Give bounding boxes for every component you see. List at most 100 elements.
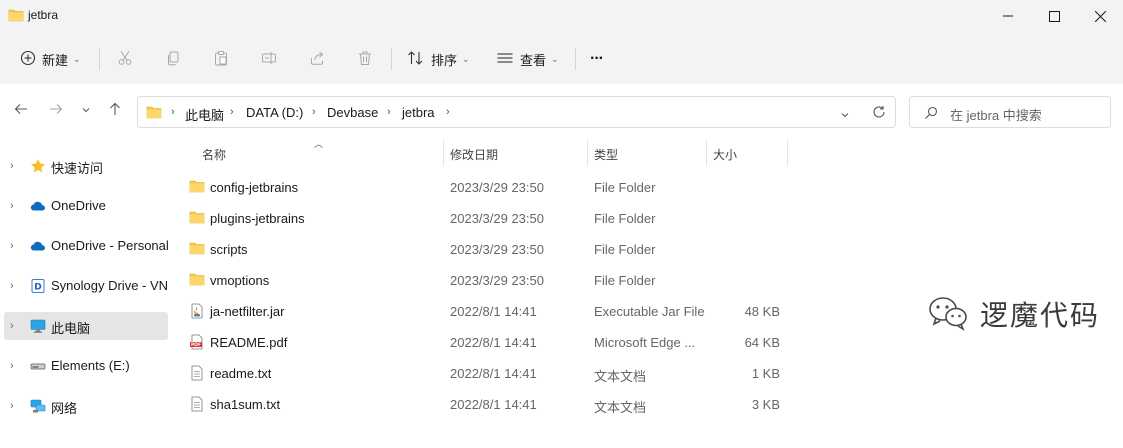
view-label: 查看: [520, 52, 547, 68]
minimize-button[interactable]: [985, 0, 1031, 32]
file-row-sha1sum-txt[interactable]: sha1sum.txt 2022/8/1 14:41 文本文档 3 KB: [182, 389, 792, 420]
svg-text:PDF: PDF: [191, 342, 201, 348]
chevron-right-icon[interactable]: ›: [10, 200, 14, 212]
sort-icon: [407, 50, 425, 69]
sidebar-item-elements-drive[interactable]: › Elements (E:): [0, 352, 168, 380]
chevron-right-icon[interactable]: ›: [10, 160, 14, 172]
divider: [99, 48, 100, 70]
search-icon: [924, 106, 938, 123]
chevron-right-icon[interactable]: ›: [10, 400, 14, 412]
wechat-icon: [928, 295, 968, 334]
breadcrumb-devbase[interactable]: Devbase: [327, 105, 378, 120]
new-label: 新建: [42, 52, 69, 68]
more-options-button[interactable]: ···: [590, 44, 604, 74]
column-header-date[interactable]: 修改日期: [450, 146, 498, 163]
rename-button[interactable]: [256, 46, 282, 72]
search-input[interactable]: 在 jetbra 中搜索: [909, 96, 1111, 128]
chevron-right-icon[interactable]: ›: [10, 320, 14, 332]
jar-file-icon: [189, 303, 205, 319]
file-row-plugins-jetbrains[interactable]: plugins-jetbrains 2023/3/29 23:50 File F…: [182, 203, 792, 234]
back-button[interactable]: [9, 98, 33, 122]
folder-icon: [146, 105, 162, 122]
forward-button[interactable]: [44, 98, 68, 122]
file-row-config-jetbrains[interactable]: config-jetbrains 2023/3/29 23:50 File Fo…: [182, 172, 792, 203]
paste-button[interactable]: [208, 46, 234, 72]
folder-icon: [189, 179, 205, 195]
chevron-down-icon: ⌄: [462, 53, 470, 64]
folder-icon: [189, 241, 205, 257]
rename-icon: [261, 50, 277, 69]
folder-icon: [8, 8, 24, 25]
column-divider[interactable]: [443, 140, 444, 166]
cloud-icon: [30, 238, 46, 254]
up-button[interactable]: [103, 98, 127, 122]
chevron-right-icon: ›: [171, 106, 175, 118]
sidebar-item-this-pc[interactable]: › 此电脑: [4, 312, 168, 340]
address-history-dropdown[interactable]: [840, 108, 850, 123]
share-button[interactable]: [304, 46, 330, 72]
watermark: 逻魔代码: [928, 294, 1100, 334]
sidebar-item-synology-drive[interactable]: › D Synology Drive - VN: [0, 272, 168, 300]
chevron-right-icon: ›: [312, 106, 316, 118]
chevron-right-icon[interactable]: ›: [10, 240, 14, 252]
clipboard-icon: [213, 50, 229, 69]
chevron-right-icon[interactable]: ›: [10, 280, 14, 292]
recent-locations-button[interactable]: [74, 98, 98, 122]
breadcrumb-jetbra[interactable]: jetbra: [402, 105, 435, 120]
sidebar-item-onedrive[interactable]: › OneDrive: [0, 192, 168, 220]
file-row-scripts[interactable]: scripts 2023/3/29 23:50 File Folder: [182, 234, 792, 265]
column-divider[interactable]: [587, 140, 588, 166]
sort-button[interactable]: 排序 ⌄: [407, 44, 470, 74]
window-title: jetbra: [28, 8, 59, 22]
refresh-icon[interactable]: [872, 105, 886, 122]
file-row-readme-txt[interactable]: readme.txt 2022/8/1 14:41 文本文档 1 KB: [182, 358, 792, 389]
column-header-size[interactable]: 大小: [713, 146, 737, 163]
maximize-button[interactable]: [1031, 0, 1077, 32]
trash-icon: [357, 50, 373, 69]
column-header-type[interactable]: 类型: [594, 146, 618, 163]
command-bar: 新建 ⌄ 排序 ⌄ 查看 ⌄ ···: [0, 34, 1123, 84]
drive-icon: [30, 358, 46, 374]
text-file-icon: [189, 365, 205, 381]
chevron-down-icon: [81, 103, 91, 118]
chevron-down-icon: ⌄: [551, 53, 559, 64]
more-icon: ···: [590, 50, 604, 67]
file-row-ja-netfilter-jar[interactable]: ja-netfilter.jar 2022/8/1 14:41 Executab…: [182, 296, 792, 327]
address-bar[interactable]: › 此电脑 › DATA (D:) › Devbase › jetbra ›: [137, 96, 896, 128]
sidebar-item-network[interactable]: › 网络: [0, 392, 168, 420]
file-row-readme-pdf[interactable]: PDF README.pdf 2022/8/1 14:41 Microsoft …: [182, 327, 792, 358]
divider: [575, 48, 576, 70]
chevron-right-icon: ›: [387, 106, 391, 118]
list-view-icon: [496, 50, 514, 69]
arrow-right-icon: [49, 102, 63, 119]
column-header-name[interactable]: 名称: [202, 146, 226, 163]
sidebar-item-quick-access[interactable]: › 快速访问: [0, 152, 168, 180]
plus-circle-icon: [20, 50, 36, 69]
chevron-right-icon[interactable]: ›: [10, 360, 14, 372]
pdf-file-icon: PDF: [189, 334, 205, 350]
delete-button[interactable]: [352, 46, 378, 72]
breadcrumb-data-drive[interactable]: DATA (D:): [246, 105, 303, 120]
share-icon: [309, 50, 325, 69]
star-icon: [30, 158, 46, 174]
svg-text:D: D: [34, 283, 41, 293]
column-divider[interactable]: [706, 140, 707, 166]
content-area: › 此电脑 › DATA (D:) › Devbase › jetbra › 在…: [0, 84, 1123, 448]
column-divider[interactable]: [787, 140, 788, 166]
arrow-left-icon: [14, 102, 28, 119]
sort-ascending-icon: ︿: [314, 139, 324, 149]
network-icon: [30, 398, 46, 414]
synology-icon: D: [30, 278, 46, 294]
watermark-text: 逻魔代码: [980, 299, 1101, 332]
copy-button[interactable]: [160, 46, 186, 72]
new-button[interactable]: 新建 ⌄: [20, 44, 81, 74]
file-row-vmoptions[interactable]: vmoptions 2023/3/29 23:50 File Folder: [182, 265, 792, 296]
breadcrumb-this-pc[interactable]: 此电脑: [185, 105, 224, 124]
chevron-right-icon: ›: [230, 106, 234, 118]
cut-button[interactable]: [112, 46, 138, 72]
close-button[interactable]: [1077, 0, 1123, 32]
view-button[interactable]: 查看 ⌄: [496, 44, 559, 74]
cloud-icon: [30, 198, 46, 214]
chevron-down-icon: ⌄: [73, 53, 81, 64]
sidebar-item-onedrive-personal[interactable]: › OneDrive - Personal: [0, 232, 168, 260]
